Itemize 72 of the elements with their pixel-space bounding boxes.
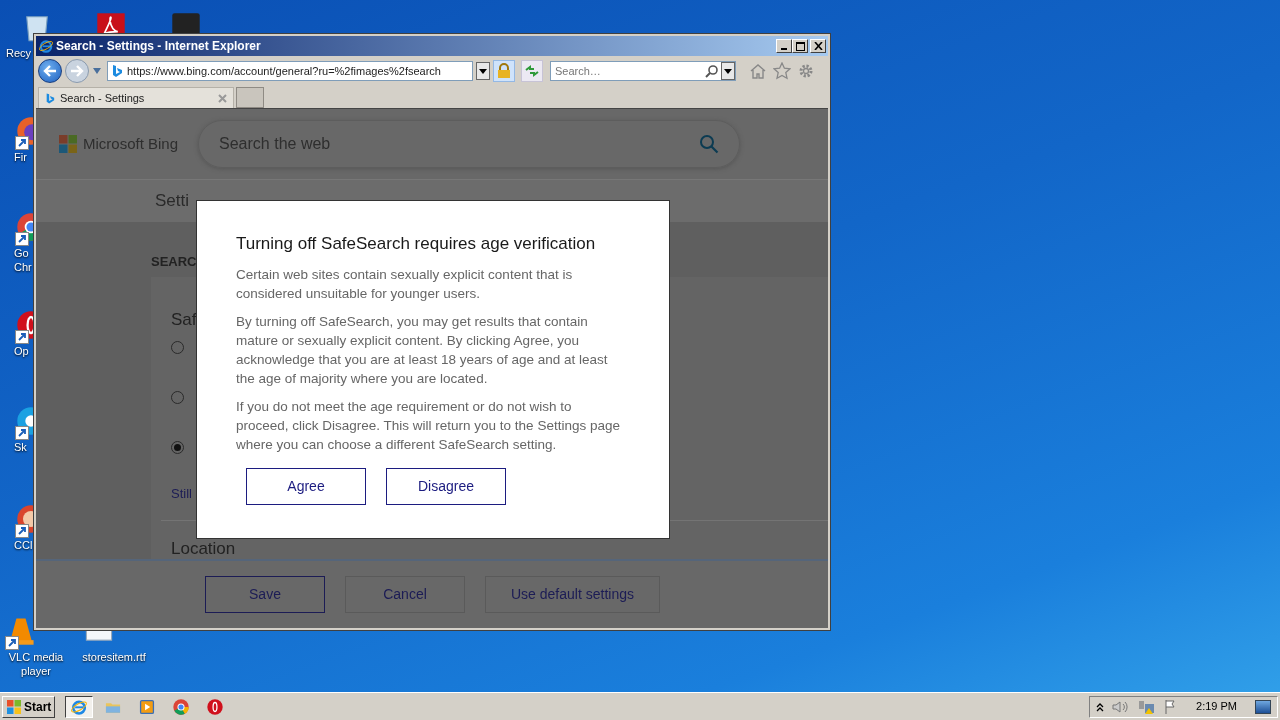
dialog-button[interactable]: Agree (246, 468, 366, 505)
speaker-icon[interactable] (1112, 699, 1131, 714)
star-icon[interactable] (773, 62, 791, 80)
arrows-icon (524, 65, 540, 77)
dialog-text: If you do not meet the age requirement or do not wish to proceed, click Disagree. This will return you to the Settings page where you can choose a different SafeSearch setting. (236, 398, 621, 454)
start-button[interactable]: Start (2, 695, 56, 718)
new-tab-button[interactable] (236, 87, 264, 108)
media-player-icon (138, 697, 157, 716)
browser-tab[interactable]: Search - Settings (38, 87, 234, 108)
logo-icon (59, 134, 77, 153)
desktop-icon-label[interactable]: Recy (6, 46, 32, 60)
back-button[interactable] (38, 59, 62, 83)
dropdown-arrow-icon[interactable] (92, 67, 102, 75)
bing-icon (45, 91, 55, 105)
section-heading: SEARC (151, 252, 197, 271)
search-placeholder: Search… (555, 63, 602, 79)
close-button[interactable] (810, 39, 826, 53)
desktop-icon-label[interactable]: VLC media (8, 650, 64, 664)
desktop-icon-label[interactable]: Go (14, 246, 29, 260)
shortcut-arrow-icon (15, 136, 29, 150)
home-icon[interactable] (749, 62, 767, 80)
shortcut-arrow-icon (15, 426, 29, 440)
compatibility-button[interactable] (521, 60, 543, 82)
desktop-icon-label[interactable]: Chr (14, 260, 32, 274)
section-title: Location (171, 539, 236, 560)
network-icon[interactable] (1138, 698, 1157, 715)
bing-logo: Microsoft Bing (83, 133, 179, 154)
bing-icon (111, 64, 123, 78)
caret-icon (724, 68, 732, 74)
group-title: Saf (171, 309, 197, 332)
dropdown-button[interactable] (476, 62, 490, 80)
show-desktop-button[interactable] (1255, 699, 1271, 714)
search-icon[interactable] (705, 64, 719, 78)
opera-icon (206, 697, 225, 716)
desktop-icon-label[interactable]: player (21, 664, 51, 678)
tab-label: Search - Settings (60, 90, 146, 106)
dialog-title: Turning off SafeSearch requires age verification (236, 233, 596, 255)
maximize-button[interactable] (792, 39, 808, 53)
desktop-icon-label[interactable]: Fir (14, 150, 27, 164)
chevron-up-icon[interactable] (1096, 701, 1105, 712)
lock-icon (497, 63, 511, 79)
shortcut-arrow-icon (5, 636, 19, 650)
shortcut-arrow-icon (15, 524, 29, 538)
window-title: Search - Settings - Internet Explorer (56, 38, 262, 55)
close-icon[interactable] (218, 93, 227, 103)
shortcut-arrow-icon (15, 232, 29, 246)
dialog-text: Certain web sites contain sexually explicit content that is considered unsuitable for younger users. (236, 266, 574, 303)
desktop-icon-label[interactable]: CCl (14, 538, 33, 552)
search-field[interactable]: Search… (550, 61, 736, 81)
desktop-icon-label[interactable]: Sk (14, 440, 27, 454)
minimize-button[interactable] (776, 39, 792, 53)
back-arrow-icon (43, 65, 57, 77)
url-text: https://www.bing.com/account/general?ru=%2fimages%2fsearch (127, 63, 441, 79)
clock[interactable]: 2:19 PM (1196, 698, 1237, 715)
maximize-icon (795, 41, 805, 51)
page-heading: Setti (155, 190, 190, 212)
shortcut-arrow-icon (15, 330, 29, 344)
internet-explorer-icon (38, 38, 54, 54)
dropdown-button[interactable] (721, 62, 735, 80)
address-field[interactable]: https://www.bing.com/account/general?ru=%2fimages%2fsearch (107, 61, 473, 81)
forward-arrow-icon (70, 65, 84, 77)
windows-logo-icon (6, 698, 22, 715)
taskbar-app-button[interactable] (65, 695, 94, 718)
caret-icon (479, 68, 487, 74)
settings-icon[interactable] (797, 62, 815, 80)
desktop-icon-label[interactable]: storesitem.rtf (82, 650, 146, 664)
search-placeholder: Search the web (219, 133, 332, 154)
chrome-icon (172, 697, 191, 716)
dialog-text: By turning off SafeSearch, you may get results that contain mature or sexually explicit content. By clicking Agree, you acknowledge that you are at least 18 years of age and at least the age of majority where you are located. (236, 313, 609, 388)
close-icon (813, 42, 823, 50)
dialog-button[interactable]: Disagree (386, 468, 506, 505)
desktop-icon-label[interactable]: Op (14, 344, 29, 358)
